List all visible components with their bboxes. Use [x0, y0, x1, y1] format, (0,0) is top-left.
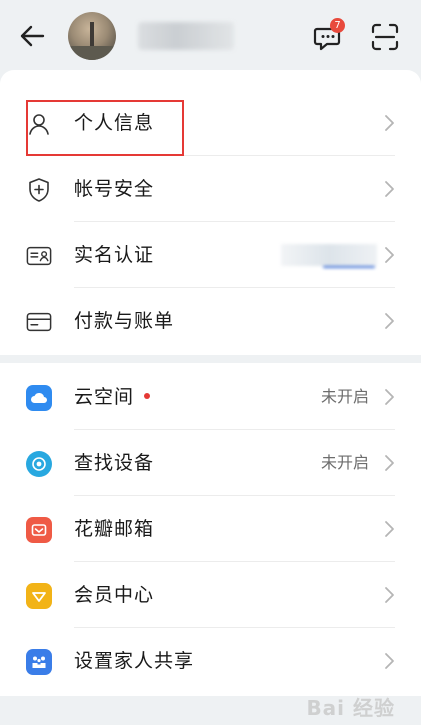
chevron-right-icon: [385, 455, 394, 471]
card-icon: [26, 309, 52, 335]
mail-icon: [26, 517, 52, 543]
row-label: 帐号安全: [74, 178, 155, 200]
row-account-security[interactable]: 帐号安全: [0, 156, 421, 222]
family-icon: [26, 649, 52, 675]
status-text: 未开启: [320, 453, 369, 472]
new-dot: [144, 392, 151, 399]
row-real-name[interactable]: 实名认证: [0, 222, 421, 288]
highlight-box: [26, 100, 184, 156]
row-label: 付款与账单: [74, 310, 175, 332]
scan-button[interactable]: [370, 22, 400, 52]
chevron-right-icon: [385, 115, 394, 131]
row-label: 会员中心: [74, 584, 155, 606]
row-label: 查找设备: [74, 452, 155, 474]
real-name-redacted: [281, 244, 377, 268]
row-label: 花瓣邮箱: [74, 518, 155, 540]
chevron-right-icon: [385, 247, 394, 263]
member-icon: [26, 583, 52, 609]
top-bar: 7: [0, 0, 421, 70]
id-card-icon: [26, 243, 52, 269]
row-cloud[interactable]: 云空间 未开启: [0, 364, 421, 430]
chevron-right-icon: [385, 587, 394, 603]
back-button[interactable]: [16, 22, 48, 50]
back-icon: [20, 25, 45, 47]
chevron-right-icon: [385, 653, 394, 669]
row-find-device[interactable]: 查找设备 未开启: [0, 430, 421, 496]
chevron-right-icon: [385, 313, 394, 329]
row-label: 实名认证: [74, 244, 155, 266]
watermark: Bai 经验: [306, 696, 395, 720]
row-label: 设置家人共享: [74, 650, 195, 672]
scan-icon: [371, 23, 399, 51]
services-card: 云空间 未开启 查找设备 未开启 花瓣邮箱 会员中心 设置家人共享: [0, 363, 421, 696]
row-family[interactable]: 设置家人共享: [0, 628, 421, 694]
username-redacted: [138, 22, 234, 50]
chevron-right-icon: [385, 389, 394, 405]
message-badge: 7: [330, 18, 345, 33]
cloud-icon: [26, 385, 52, 411]
messages-button[interactable]: 7: [312, 18, 345, 52]
row-petal-mail[interactable]: 花瓣邮箱: [0, 496, 421, 562]
radar-icon: [26, 451, 52, 477]
row-member[interactable]: 会员中心: [0, 562, 421, 628]
shield-icon: [26, 177, 52, 203]
row-payment[interactable]: 付款与账单: [0, 288, 421, 354]
status-text: 未开启: [320, 387, 369, 406]
chevron-right-icon: [385, 521, 394, 537]
row-label: 云空间: [74, 364, 151, 430]
chevron-right-icon: [385, 181, 394, 197]
avatar[interactable]: [68, 12, 116, 60]
